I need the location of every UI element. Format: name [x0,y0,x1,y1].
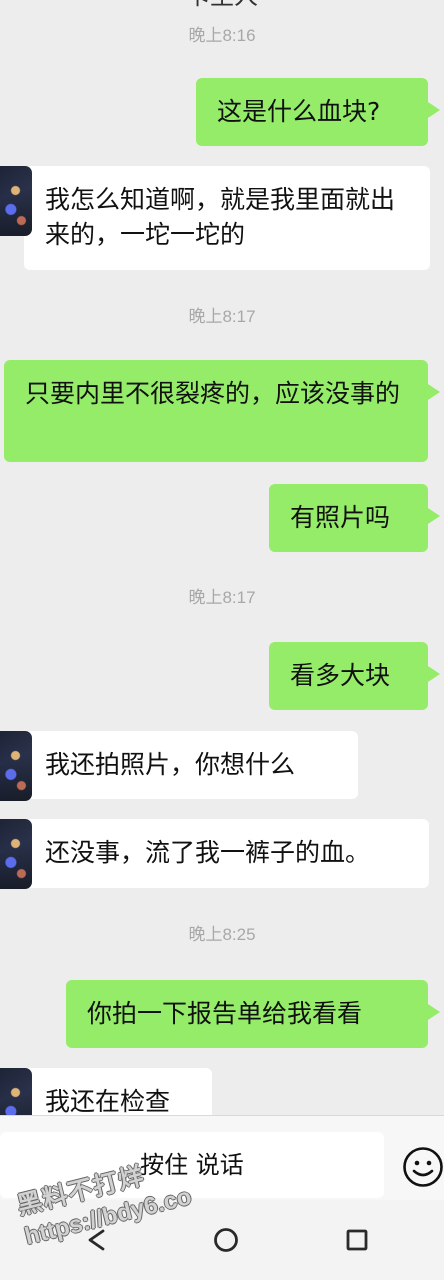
input-bar: 按住 说话 [0,1115,444,1200]
chat-area: 卡生人 晚上8:16 这是什么血块? 我怎么知道啊，就是我里面就出来的，一坨一坨… [0,0,444,1115]
sent-message[interactable]: 只要内里不很裂疼的，应该没事的 [4,360,440,462]
message-text: 还没事，流了我一裤子的血。 [45,838,371,867]
sent-message[interactable]: 有照片吗 [269,484,440,552]
received-message[interactable]: 还没事，流了我一裤子的血。 [0,819,429,889]
message-text: 只要内里不很裂疼的，应该没事的 [25,379,401,408]
timestamp: 晚上8:17 [188,588,256,607]
home-icon[interactable] [212,1226,240,1254]
message-text: 这是什么血块? [217,97,381,126]
contact-avatar[interactable] [0,166,32,236]
recent-apps-icon[interactable] [343,1226,371,1254]
contact-avatar[interactable] [0,731,32,801]
emoji-icon[interactable] [402,1146,444,1188]
message-text: 我怎么知道啊，就是我里面就出来的，一坨一坨的 [45,185,396,249]
received-message[interactable]: 我还拍照片，你想什么 [0,731,358,801]
message-text: 我还拍照片，你想什么 [45,750,296,779]
message-text: 有照片吗 [290,503,391,532]
received-message[interactable]: 我还在检查 [0,1068,212,1115]
system-navigation-bar [0,1200,444,1280]
hold-to-talk-button[interactable]: 按住 说话 [0,1132,384,1198]
timestamp: 晚上8:25 [188,925,256,944]
contact-avatar[interactable] [0,819,32,889]
chat-title: 卡生人 [0,0,444,8]
timestamp: 晚上8:17 [188,307,256,326]
back-icon[interactable] [82,1226,110,1254]
contact-avatar[interactable] [0,1068,32,1115]
sent-message[interactable]: 看多大块 [269,642,440,710]
timestamp: 晚上8:16 [188,26,256,45]
message-text: 我还在检查 [45,1087,171,1115]
sent-message[interactable]: 这是什么血块? [196,78,440,146]
sent-message[interactable]: 你拍一下报告单给我看看 [66,980,440,1048]
message-text: 看多大块 [290,661,391,690]
received-message[interactable]: 我怎么知道啊，就是我里面就出来的，一坨一坨的 [0,166,430,270]
message-text: 你拍一下报告单给我看看 [87,999,363,1028]
